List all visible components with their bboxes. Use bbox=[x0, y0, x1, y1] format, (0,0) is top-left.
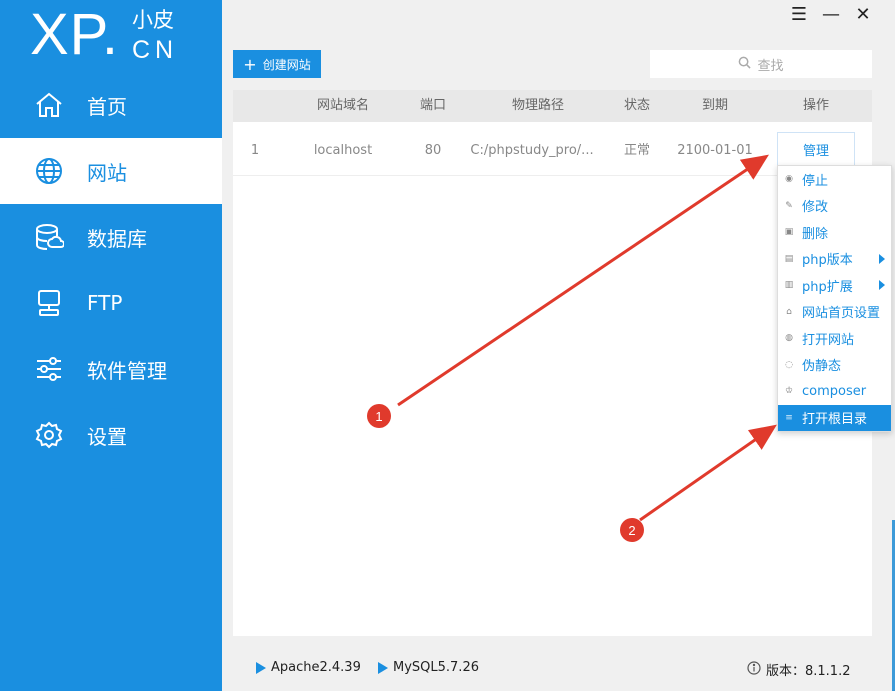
menu-item-php-extension[interactable]: ▥ php扩展 bbox=[778, 272, 891, 299]
search-icon bbox=[738, 56, 752, 73]
menu-item-label: 打开根目录 bbox=[802, 412, 868, 428]
version-label: 版本：8.1.1.2 bbox=[766, 664, 851, 679]
menu-item-label: 网站首页设置 bbox=[802, 306, 881, 322]
play-icon bbox=[378, 661, 388, 674]
ftp-icon bbox=[33, 287, 65, 319]
database-icon bbox=[33, 221, 65, 253]
menu-item-label: php扩展 bbox=[802, 279, 853, 295]
homepage-icon: ⌂ bbox=[786, 306, 792, 317]
plus-icon: + bbox=[243, 54, 257, 74]
submenu-arrow-icon bbox=[879, 280, 885, 291]
nav-label: 网站 bbox=[87, 160, 127, 185]
apache-label: Apache2.4.39 bbox=[271, 660, 361, 675]
home-icon bbox=[33, 89, 65, 121]
col-header-status: 状态 bbox=[623, 98, 650, 113]
search-placeholder: 查找 bbox=[757, 58, 784, 74]
info-icon bbox=[747, 660, 761, 679]
sliders-icon bbox=[33, 353, 65, 385]
create-website-button[interactable]: + 创建网站 bbox=[233, 50, 321, 78]
mysql-label: MySQL5.7.26 bbox=[393, 660, 479, 675]
nav-item-ftp[interactable]: FTP bbox=[0, 270, 222, 336]
col-header-path: 物理路径 bbox=[511, 98, 564, 113]
menu-item-label: php版本 bbox=[802, 253, 853, 269]
col-header-action: 操作 bbox=[802, 98, 829, 113]
menu-item-php-version[interactable]: ▤ php版本 bbox=[778, 246, 891, 273]
row-port: 80 bbox=[424, 143, 442, 158]
folder-icon: ≡ bbox=[785, 412, 793, 423]
nav-label: FTP bbox=[87, 291, 123, 315]
php-extension-icon: ▥ bbox=[784, 280, 794, 291]
menu-item-open-site[interactable]: ◍ 打开网站 bbox=[778, 325, 891, 352]
annotation-badge-1: 1 bbox=[367, 404, 391, 428]
nav-item-home[interactable]: 首页 bbox=[0, 72, 222, 138]
logo-main: XP. bbox=[30, 2, 120, 67]
window-controls: ☰ — ✕ bbox=[789, 4, 873, 25]
table-header: 网站域名 端口 物理路径 状态 到期 操作 bbox=[233, 90, 872, 122]
apache-status[interactable]: Apache2.4.39 bbox=[256, 660, 361, 675]
nav-label: 首页 bbox=[87, 94, 127, 119]
php-version-icon: ▤ bbox=[784, 253, 794, 264]
menu-item-label: 停止 bbox=[802, 173, 829, 189]
nav-label: 数据库 bbox=[87, 226, 147, 251]
sidebar-nav: 首页 网站 数据库 FTP 软件管理 设置 bbox=[0, 72, 222, 468]
menu-item-label: 修改 bbox=[802, 200, 829, 216]
menu-item-label: 打开网站 bbox=[802, 332, 855, 348]
manage-context-menu: ◉ 停止 ✎ 修改 ▣ 删除 ▤ php版本 ▥ php扩展 ⌂ 网站首页设置 … bbox=[777, 165, 892, 432]
nav-item-settings[interactable]: 设置 bbox=[0, 402, 222, 468]
annotation-badge-2: 2 bbox=[620, 518, 644, 542]
logo-sub-top: 小皮 bbox=[132, 8, 174, 32]
row-path: C:/phpstudy_pro/... bbox=[470, 143, 594, 158]
edit-icon: ✎ bbox=[785, 200, 793, 211]
search-input[interactable]: 查找 bbox=[650, 50, 872, 78]
row-expire: 2100-01-01 bbox=[677, 143, 753, 158]
col-header-port: 端口 bbox=[419, 98, 446, 113]
nav-label: 软件管理 bbox=[87, 358, 167, 383]
play-icon bbox=[256, 661, 266, 674]
trash-icon: ▣ bbox=[784, 227, 794, 238]
globe-icon bbox=[33, 155, 65, 187]
rewrite-icon: ◌ bbox=[785, 359, 793, 370]
nav-item-database[interactable]: 数据库 bbox=[0, 204, 222, 270]
stop-icon: ◉ bbox=[785, 174, 793, 185]
menu-item-delete[interactable]: ▣ 删除 bbox=[778, 219, 891, 246]
menu-item-label: 删除 bbox=[802, 226, 829, 242]
row-status: 正常 bbox=[623, 143, 650, 158]
col-header-expire: 到期 bbox=[701, 98, 728, 113]
version-info: 版本：8.1.1.2 bbox=[747, 660, 850, 679]
menu-item-open-root-dir[interactable]: ≡ 打开根目录 bbox=[778, 404, 891, 431]
logo-sub-bottom: CN bbox=[132, 36, 179, 64]
close-icon[interactable]: ✕ bbox=[853, 4, 873, 25]
gear-icon bbox=[33, 419, 65, 451]
status-bar: Apache2.4.39 MySQL5.7.26 版本：8.1.1.2 bbox=[222, 646, 895, 691]
menu-item-stop[interactable]: ◉ 停止 bbox=[778, 166, 891, 193]
submenu-arrow-icon bbox=[879, 253, 885, 264]
menu-item-composer[interactable]: ♔ composer bbox=[778, 378, 891, 405]
menu-item-edit[interactable]: ✎ 修改 bbox=[778, 193, 891, 220]
mysql-status[interactable]: MySQL5.7.26 bbox=[378, 660, 479, 675]
manage-button[interactable]: 管理 bbox=[777, 132, 855, 166]
menu-icon[interactable]: ☰ bbox=[789, 4, 809, 25]
create-website-label: 创建网站 bbox=[262, 57, 311, 72]
sidebar: XP. 小皮 CN 首页 网站 数据库 FTP 软件管理 设置 bbox=[0, 0, 222, 691]
minimize-icon[interactable]: — bbox=[821, 4, 841, 25]
nav-item-website[interactable]: 网站 bbox=[0, 138, 222, 204]
open-site-icon: ◍ bbox=[785, 333, 793, 344]
menu-item-label: composer bbox=[802, 383, 867, 399]
nav-item-software[interactable]: 软件管理 bbox=[0, 336, 222, 402]
menu-item-homepage-settings[interactable]: ⌂ 网站首页设置 bbox=[778, 299, 891, 326]
composer-icon: ♔ bbox=[784, 386, 794, 397]
row-index: 1 bbox=[250, 143, 260, 158]
col-header-domain: 网站域名 bbox=[316, 98, 369, 113]
row-domain: localhost bbox=[313, 143, 373, 158]
menu-item-label: 伪静态 bbox=[802, 359, 842, 375]
nav-label: 设置 bbox=[87, 424, 127, 449]
menu-item-rewrite[interactable]: ◌ 伪静态 bbox=[778, 352, 891, 379]
